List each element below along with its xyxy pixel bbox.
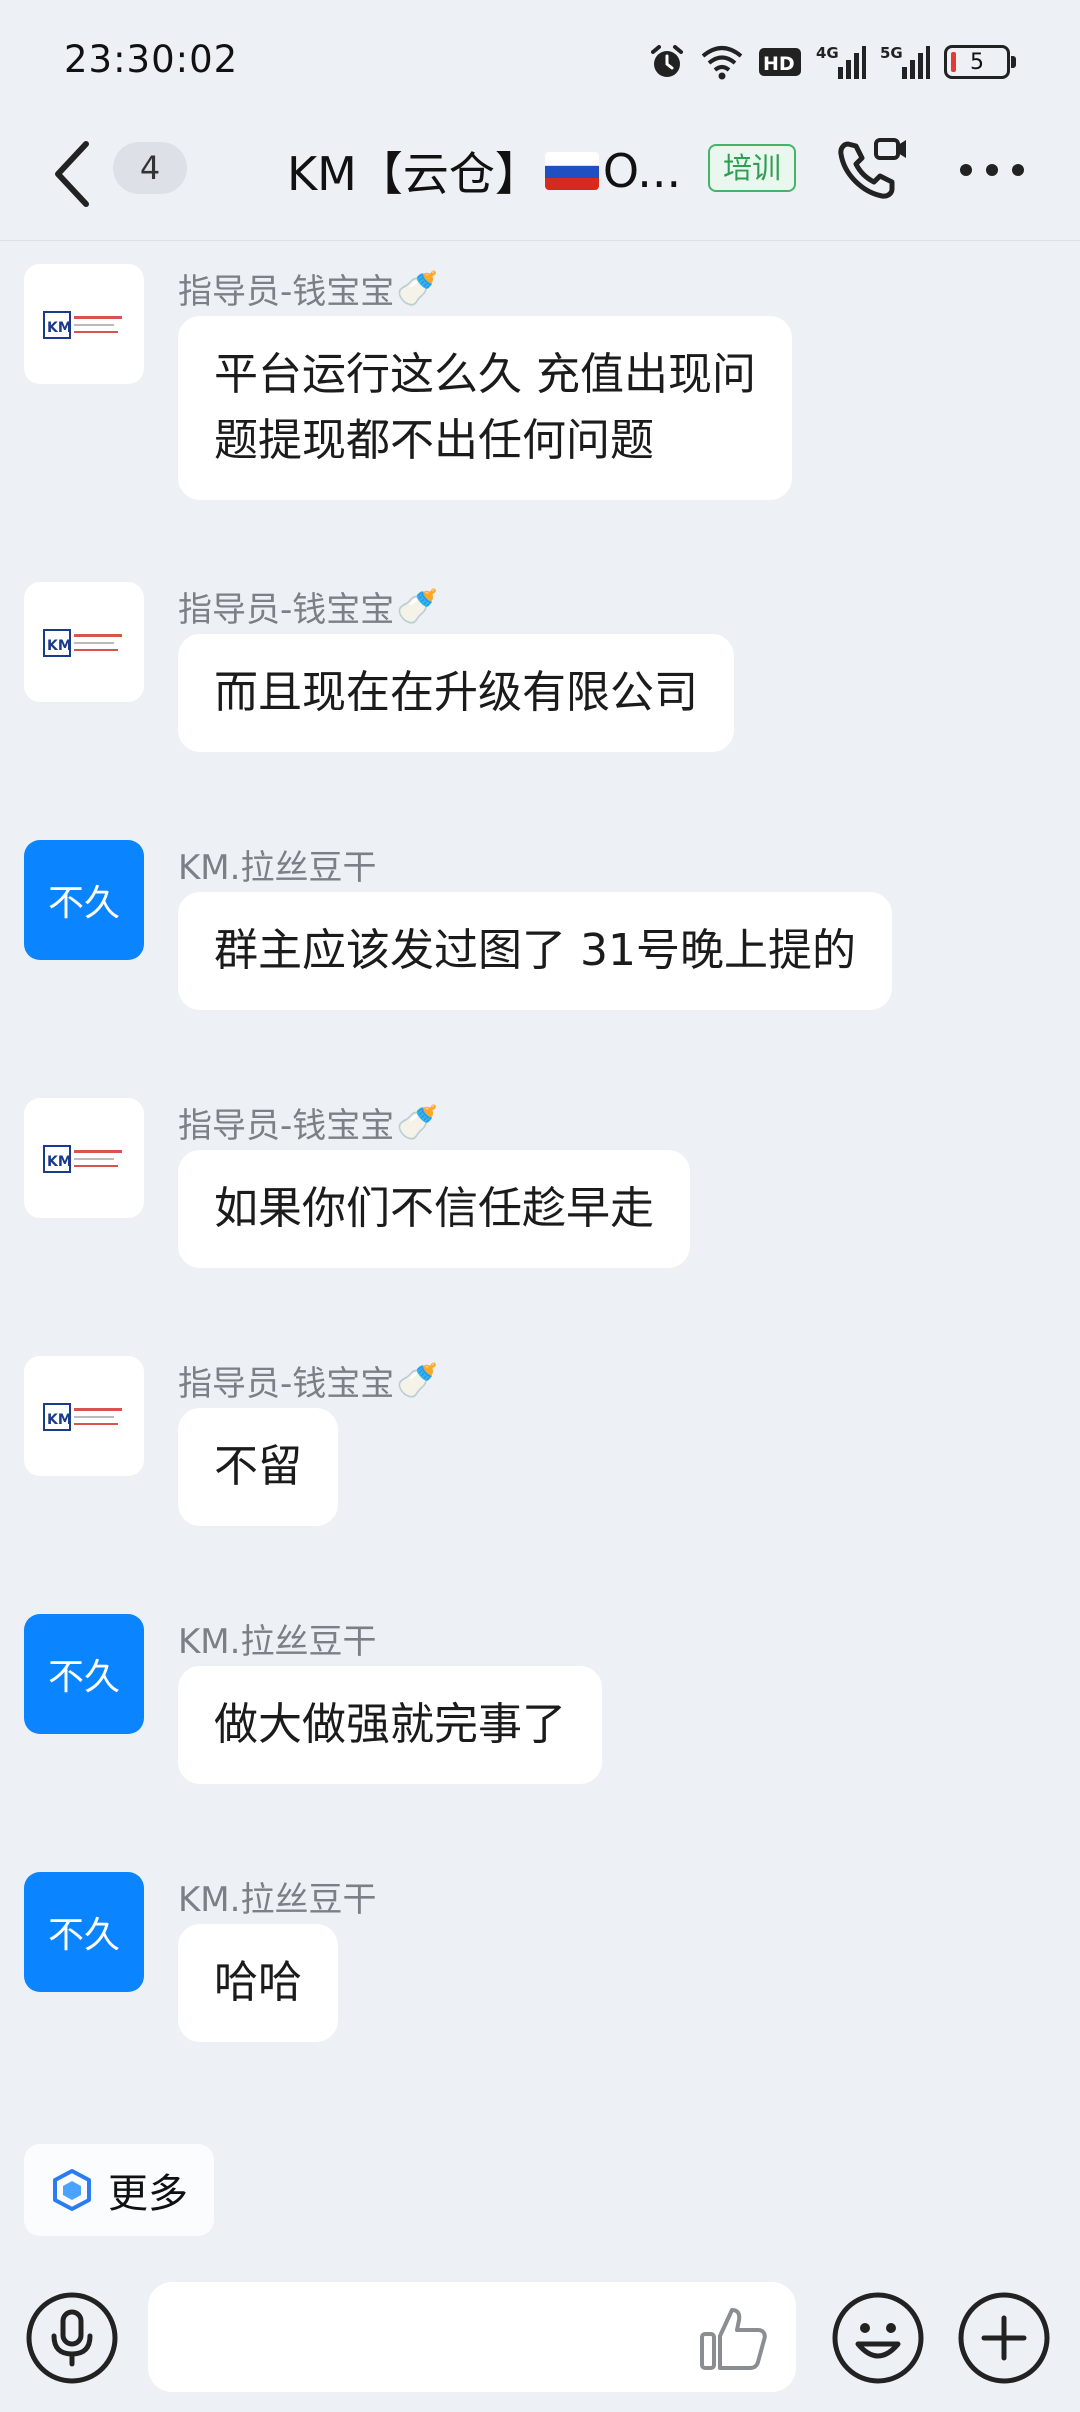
thumbs-up-icon bbox=[700, 2308, 767, 2370]
input-bar bbox=[0, 2260, 1080, 2412]
message-bubble[interactable]: 而且现在在升级有限公司 bbox=[178, 634, 734, 752]
video-call-icon bbox=[838, 138, 906, 199]
avatar[interactable]: KM bbox=[24, 1098, 144, 1218]
avatar[interactable]: 不久 bbox=[24, 1614, 144, 1734]
chat-title-prefix: KM【云仓】 bbox=[287, 147, 541, 201]
svg-text:KM: KM bbox=[47, 1154, 72, 1170]
avatar[interactable]: 不久 bbox=[24, 840, 144, 960]
sender-name: KM.拉丝豆干 bbox=[178, 1622, 377, 1662]
avatar[interactable]: KM bbox=[24, 264, 144, 384]
status-time: 23:30:02 bbox=[64, 38, 239, 81]
sender-name: 指导员-钱宝宝 🍼 bbox=[178, 1102, 439, 1147]
avatar[interactable]: 不久 bbox=[24, 1872, 144, 1992]
back-button[interactable] bbox=[48, 134, 98, 214]
svg-text:KM: KM bbox=[47, 638, 72, 654]
emoji-icon bbox=[832, 2292, 924, 2384]
baby-bottle-icon: 🍼 bbox=[396, 1360, 439, 1401]
russia-flag-icon bbox=[544, 152, 599, 190]
microphone-icon bbox=[26, 2292, 118, 2384]
emoji-button[interactable] bbox=[830, 2290, 926, 2386]
message-bubble[interactable]: 哈哈 bbox=[178, 1924, 338, 2042]
video-call-button[interactable] bbox=[832, 130, 912, 210]
hd-icon: HD bbox=[758, 46, 802, 78]
battery-icon: 5 bbox=[944, 45, 1016, 79]
svg-text:4G: 4G bbox=[816, 44, 839, 62]
baby-bottle-icon: 🍼 bbox=[396, 1102, 439, 1143]
status-icons: HD 4G 5G 5 bbox=[648, 38, 1016, 86]
plus-icon bbox=[958, 2292, 1050, 2384]
more-label: 更多 bbox=[108, 2171, 188, 2217]
group-tag[interactable]: 培训 bbox=[708, 144, 796, 192]
avatar[interactable]: KM bbox=[24, 1356, 144, 1476]
chat-title-suffix: O... bbox=[602, 144, 682, 198]
message-bubble[interactable]: 不留 bbox=[178, 1408, 338, 1526]
sender-name: 指导员-钱宝宝 🍼 bbox=[178, 586, 439, 631]
more-options-button[interactable] bbox=[952, 140, 1032, 200]
km-logo-icon: KM bbox=[43, 1403, 122, 1431]
message-bubble[interactable]: 做大做强就完事了 bbox=[178, 1666, 602, 1784]
sender-name: 指导员-钱宝宝 🍼 bbox=[178, 268, 439, 313]
svg-text:KM: KM bbox=[47, 1412, 72, 1428]
wifi-icon bbox=[700, 44, 744, 80]
avatar[interactable]: KM bbox=[24, 582, 144, 702]
chat-header: 4 KM【云仓】 O... 培训 bbox=[0, 120, 1080, 241]
alarm-icon bbox=[648, 43, 686, 81]
svg-text:KM: KM bbox=[47, 320, 72, 336]
back-icon bbox=[55, 141, 89, 207]
unread-count-badge[interactable]: 4 bbox=[113, 142, 187, 194]
km-logo-icon: KM bbox=[43, 311, 122, 339]
signal-4g-icon: 4G bbox=[816, 43, 866, 81]
cube-icon bbox=[53, 2169, 91, 2211]
sender-name: KM.拉丝豆干 bbox=[178, 848, 377, 888]
sender-name: KM.拉丝豆干 bbox=[178, 1880, 377, 1920]
plus-button[interactable] bbox=[956, 2290, 1052, 2386]
km-logo-icon: KM bbox=[43, 629, 122, 657]
voice-button[interactable] bbox=[24, 2290, 120, 2386]
chat-title[interactable]: KM【云仓】 O... bbox=[287, 136, 681, 206]
km-logo-icon: KM bbox=[43, 1145, 122, 1173]
message-bubble[interactable]: 平台运行这么久 充值出现问题提现都不出任何问题 bbox=[178, 316, 792, 500]
svg-text:5G: 5G bbox=[880, 44, 903, 62]
message-bubble[interactable]: 如果你们不信任趁早走 bbox=[178, 1150, 690, 1268]
sender-name: 指导员-钱宝宝 🍼 bbox=[178, 1360, 439, 1405]
like-button[interactable] bbox=[696, 2300, 772, 2376]
svg-text:HD: HD bbox=[763, 53, 795, 75]
more-button[interactable]: 更多 bbox=[24, 2144, 214, 2236]
baby-bottle-icon: 🍼 bbox=[396, 586, 439, 627]
baby-bottle-icon: 🍼 bbox=[396, 268, 439, 309]
status-bar: 23:30:02 HD 4G 5G 5 bbox=[0, 0, 1080, 120]
more-icon bbox=[960, 164, 1024, 176]
signal-5g-icon: 5G bbox=[880, 43, 930, 81]
message-bubble[interactable]: 群主应该发过图了 31号晚上提的 bbox=[178, 892, 892, 1010]
